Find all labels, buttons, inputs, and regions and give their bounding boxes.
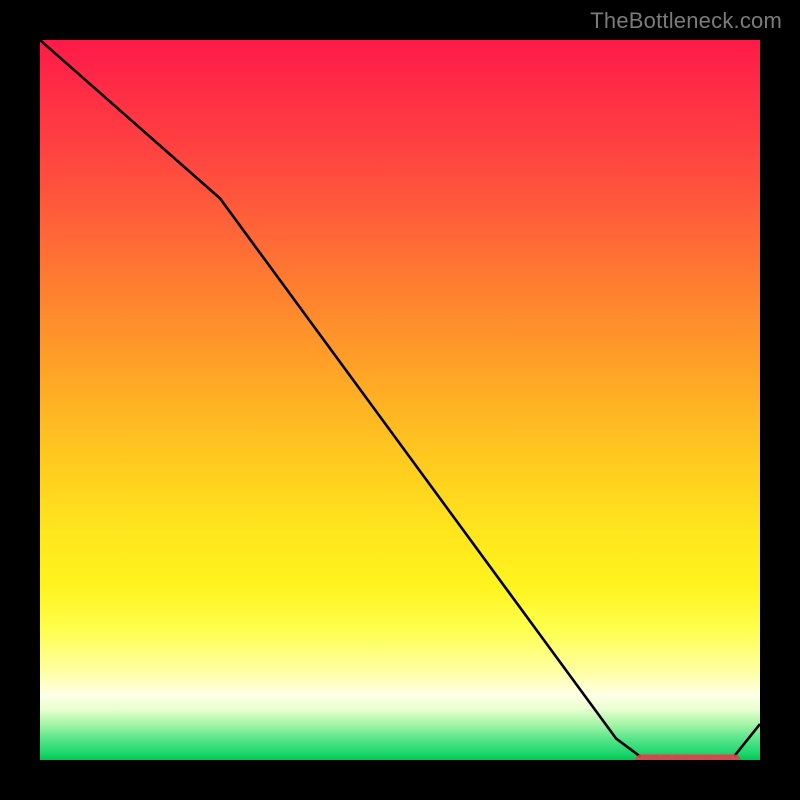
- bottleneck-curve-path: [40, 40, 760, 760]
- chart-svg: [40, 40, 760, 760]
- plot-area: [40, 40, 760, 760]
- chart-frame: TheBottleneck.com: [0, 0, 800, 800]
- attribution-label: TheBottleneck.com: [590, 8, 782, 34]
- bottleneck-curve: [40, 40, 760, 760]
- optimal-range-markers: [639, 755, 736, 761]
